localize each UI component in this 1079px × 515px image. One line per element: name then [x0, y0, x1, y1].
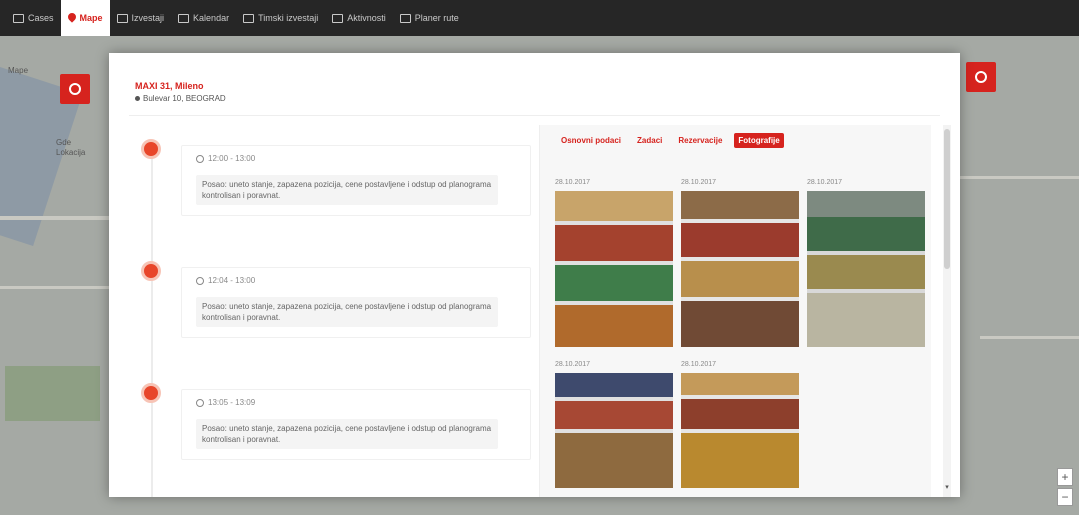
shelf-photo	[681, 191, 799, 347]
entry-note: Posao: uneto stanje, zapazena pozicija, …	[196, 175, 498, 205]
photo-thumbnail[interactable]: 28.10.2017	[555, 361, 673, 488]
map-pin-icon	[68, 13, 76, 24]
nav-item-label: Planer rute	[414, 13, 459, 23]
entry-time-text: 12:00 - 13:00	[208, 154, 256, 163]
header-divider	[129, 115, 940, 116]
nav-item-label: Mape	[79, 13, 103, 23]
timeline-dot-icon	[141, 139, 161, 159]
tab-photos[interactable]: Fotografije	[734, 133, 784, 148]
clock-icon	[196, 154, 204, 163]
top-navigation: Cases Mape Izvestaji Kalendar Timski izv…	[0, 0, 1079, 36]
photo-thumbnail[interactable]: 28.10.2017	[681, 179, 799, 347]
nav-item-activities[interactable]: Aktivnosti	[325, 0, 393, 36]
clock-icon	[196, 276, 204, 285]
panel-scrollbar[interactable]: ▾	[943, 125, 951, 497]
entry-time: 13:05 - 13:09	[196, 398, 520, 407]
entry-time-text: 13:05 - 13:09	[208, 398, 256, 407]
home-icon	[13, 13, 24, 23]
nav-item-label: Izvestaji	[131, 13, 165, 23]
map-road	[0, 216, 110, 220]
store-address-text: Bulevar 10, BEOGRAD	[143, 94, 226, 103]
nav-item-label: Cases	[28, 13, 54, 23]
tab-tasks[interactable]: Zadaci	[633, 133, 666, 148]
tab-basic-info[interactable]: Osnovni podaci	[557, 133, 625, 148]
location-icon	[135, 96, 140, 101]
clock-icon	[196, 398, 204, 407]
timeline-dot-icon	[141, 261, 161, 281]
nav-item-maps[interactable]: Mape	[60, 0, 110, 36]
photo-thumbnail[interactable]: 28.10.2017	[807, 179, 925, 347]
modal-header: MAXI 31, Mileno Bulevar 10, BEOGRAD	[135, 81, 226, 103]
report-icon	[116, 13, 128, 23]
entry-note: Posao: uneto stanje, zapazena pozicija, …	[196, 297, 498, 327]
timeline-card: 13:05 - 13:09 Posao: uneto stanje, zapaz…	[181, 389, 531, 460]
map-label: Lokacija	[56, 148, 86, 157]
store-detail-modal: MAXI 31, Mileno Bulevar 10, BEOGRAD 12:0…	[109, 53, 960, 497]
nav-item-label: Kalendar	[193, 13, 230, 23]
calendar-icon	[178, 13, 190, 23]
search-icon	[975, 71, 987, 83]
entry-time: 12:04 - 13:00	[196, 276, 520, 285]
tab-reservations[interactable]: Rezervacije	[674, 133, 726, 148]
visit-timeline: 12:00 - 13:00 Posao: uneto stanje, zapaz…	[129, 125, 549, 497]
shelf-photo	[555, 191, 673, 347]
map-settings-button[interactable]	[60, 74, 90, 104]
photo-date: 28.10.2017	[681, 179, 717, 186]
scroll-down-icon[interactable]: ▾	[943, 483, 951, 491]
nav-item-route-planner[interactable]: Planer rute	[393, 0, 466, 36]
timeline-card: 12:00 - 13:00 Posao: uneto stanje, zapaz…	[181, 145, 531, 216]
photo-date: 28.10.2017	[807, 179, 843, 186]
store-address: Bulevar 10, BEOGRAD	[135, 94, 226, 103]
team-icon	[243, 13, 255, 23]
photo-date: 28.10.2017	[555, 179, 591, 186]
map-park	[5, 366, 100, 421]
nav-item-reports[interactable]: Izvestaji	[110, 0, 172, 36]
map-road	[960, 176, 1079, 179]
entry-time: 12:00 - 13:00	[196, 154, 520, 163]
nav-item-label: Timski izvestaji	[258, 13, 319, 23]
photo-thumbnail[interactable]: 28.10.2017	[681, 361, 799, 488]
timeline-card: 12:04 - 13:00 Posao: uneto stanje, zapaz…	[181, 267, 531, 338]
detail-tabs: Osnovni podaci Zadaci Rezervacije Fotogr…	[557, 133, 784, 148]
map-label: Gde	[56, 138, 72, 147]
nav-item-cases[interactable]: Cases	[6, 0, 61, 36]
nav-item-label: Aktivnosti	[347, 13, 386, 23]
map-road	[0, 286, 110, 289]
target-icon	[69, 83, 81, 95]
map-search-button[interactable]	[966, 62, 996, 92]
zoom-in-button[interactable]: +	[1057, 468, 1073, 486]
timeline-dot-icon	[141, 383, 161, 403]
entry-time-text: 12:04 - 13:00	[208, 276, 256, 285]
nav-item-team-reports[interactable]: Timski izvestaji	[236, 0, 325, 36]
shelf-photo	[555, 373, 673, 488]
entry-note: Posao: uneto stanje, zapazena pozicija, …	[196, 419, 498, 449]
zoom-out-button[interactable]: −	[1057, 488, 1073, 506]
shelf-photo	[807, 191, 925, 347]
shelf-photo	[681, 373, 799, 488]
timeline-line	[151, 147, 153, 497]
store-name: MAXI 31, Mileno	[135, 81, 204, 91]
map-road	[980, 336, 1079, 339]
map-label: Mape	[8, 66, 29, 75]
scrollbar-thumb[interactable]	[944, 129, 950, 269]
photo-date: 28.10.2017	[555, 361, 591, 368]
details-panel: Osnovni podaci Zadaci Rezervacije Fotogr…	[539, 125, 931, 497]
nav-item-calendar[interactable]: Kalendar	[171, 0, 236, 36]
photo-date: 28.10.2017	[681, 361, 717, 368]
planner-icon	[399, 13, 411, 23]
monitor-icon	[332, 13, 344, 23]
photo-thumbnail[interactable]: 28.10.2017	[555, 179, 673, 347]
